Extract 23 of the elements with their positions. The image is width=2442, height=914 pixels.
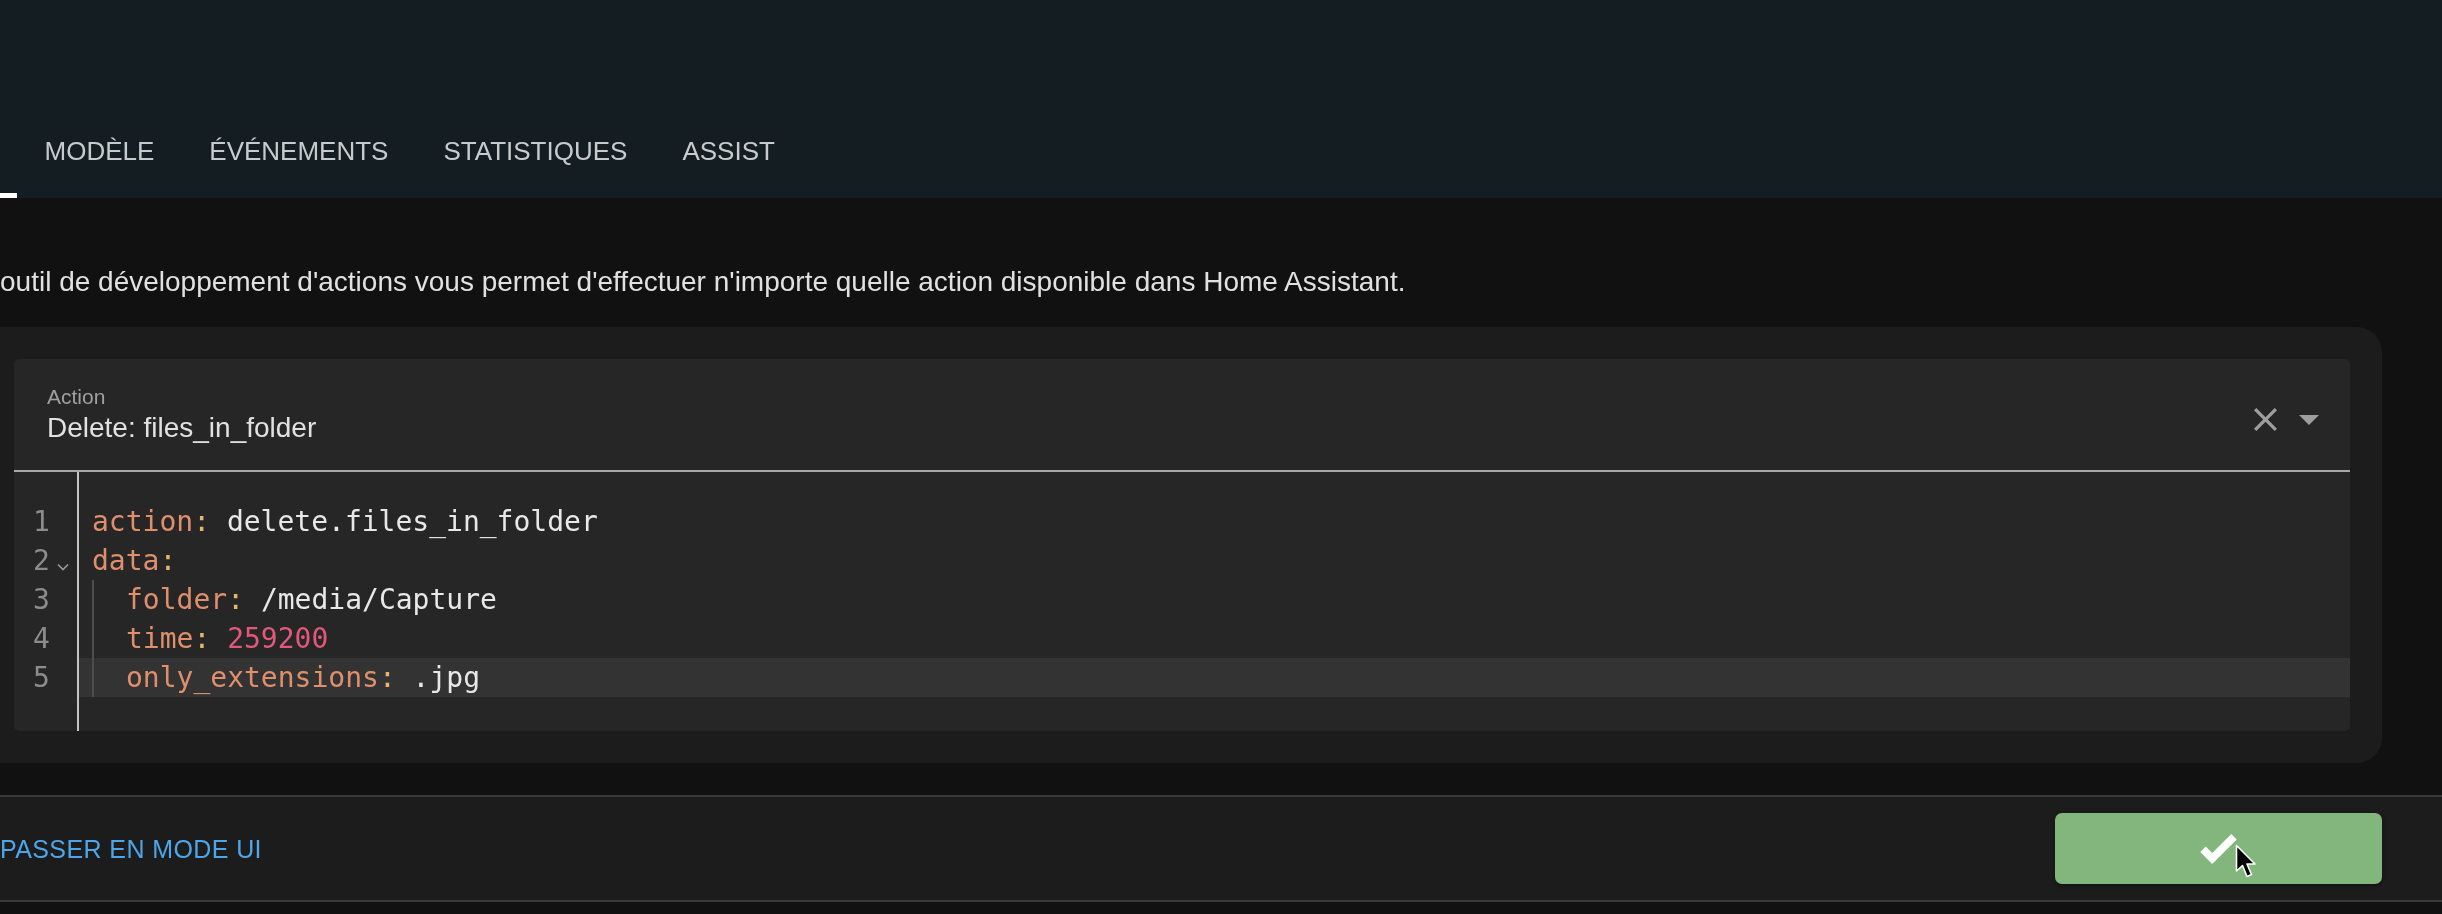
tab[interactable]: MODÈLE: [17, 120, 182, 198]
code-editor[interactable]: 1 2 3 4 5 action: delete.files_in_folder data: folder: /media/Capture time: 259200 only_extensions: .jpg: [14, 472, 2350, 731]
code-line: only_extensions: .jpg: [126, 660, 481, 696]
caret-icon[interactable]: [2299, 414, 2319, 425]
action-select-field[interactable]: Action Delete: files_in_folder: [14, 359, 2350, 472]
code-line: data:: [92, 543, 177, 579]
switch-mode-link[interactable]: PASSER EN MODE UI: [0, 833, 262, 864]
check-icon: [2200, 833, 2237, 864]
code-line: action: delete.files_in_folder: [92, 504, 598, 540]
tab[interactable]: ASSIST: [654, 120, 803, 198]
close-icon[interactable]: [2254, 408, 2277, 431]
code-line: folder: /media/Capture: [126, 582, 497, 618]
description-text: outil de développement d'actions vous permet d'effectuer n'importe quelle action disponible dans Home Assistant.: [0, 265, 1406, 299]
tab[interactable]: STATISTIQUES: [415, 120, 655, 198]
code-line: time: 259200: [126, 621, 329, 657]
fold-chevron-icon[interactable]: [56, 563, 69, 571]
tab[interactable]: ÉVÉNEMENTS: [181, 120, 416, 198]
line-number: 2: [33, 543, 50, 579]
line-number: 5: [33, 660, 50, 696]
line-number: 1: [33, 504, 50, 540]
mouse-cursor-icon: [2235, 844, 2257, 879]
line-number: 3: [33, 582, 50, 618]
line-number: 4: [33, 621, 50, 657]
